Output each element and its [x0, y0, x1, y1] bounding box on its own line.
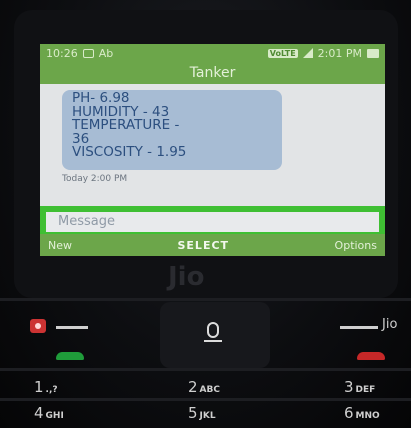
network-badge: Ab	[98, 46, 114, 60]
message-input[interactable]	[46, 211, 379, 232]
microphone-icon	[207, 322, 219, 338]
left-soft-key[interactable]	[22, 312, 142, 356]
box-icon	[82, 48, 94, 58]
key-number: 5	[188, 404, 198, 422]
key-number: 3	[344, 378, 354, 396]
call-icon[interactable]	[56, 352, 84, 360]
end-call-icon[interactable]	[357, 352, 385, 360]
status-bar: 10:26 Ab VoLTE 2:01 PM	[40, 44, 385, 62]
phone-body: 10:26 Ab VoLTE 2:01 PM Tanker PH- 6.98 H…	[0, 0, 411, 428]
right-soft-key-label: Jio	[382, 317, 398, 332]
message-thread[interactable]: PH- 6.98 HUMIDITY - 43 TEMPERATURE - 36 …	[40, 84, 385, 206]
compose-bar	[40, 206, 385, 234]
key-2[interactable]: 2 ABC	[188, 378, 220, 396]
message-line: VISCOSITY - 1.95	[72, 144, 187, 160]
signal-icon	[302, 48, 313, 58]
key-letters: GHI	[45, 411, 64, 421]
key-6[interactable]: 6 MNO	[344, 404, 380, 422]
brand-logo: Jio	[168, 262, 205, 292]
microphone-base	[204, 340, 222, 342]
keypad-divider	[0, 368, 411, 371]
softkey-select[interactable]: SELECT	[178, 239, 230, 252]
message-timestamp: Today 2:00 PM	[62, 174, 128, 184]
volte-badge: VoLTE	[267, 48, 298, 58]
key-number: 4	[34, 404, 44, 422]
status-clock-left: 10:26	[46, 46, 78, 60]
wallet-icon	[30, 319, 46, 333]
key-number: 6	[344, 404, 354, 422]
key-number: 2	[188, 378, 198, 396]
softkey-bar: New SELECT Options	[40, 234, 385, 256]
battery-icon	[367, 48, 379, 58]
key-number: 1	[34, 378, 44, 396]
key-5[interactable]: 5 JKL	[188, 404, 216, 422]
message-line: TEMPERATURE -	[72, 117, 180, 133]
key-letters: ABC	[199, 385, 220, 395]
key-1[interactable]: 1.,?	[34, 378, 58, 396]
softkey-options[interactable]: Options	[335, 239, 377, 252]
keypad-divider	[0, 398, 411, 401]
voice-assistant-key[interactable]	[160, 302, 270, 368]
left-soft-key-line	[56, 326, 88, 329]
message-bubble[interactable]: PH- 6.98 HUMIDITY - 43 TEMPERATURE - 36 …	[62, 90, 282, 170]
key-letters: JKL	[199, 411, 216, 421]
conversation-title: Tanker	[40, 62, 385, 84]
status-time: 2:01 PM	[317, 46, 362, 60]
key-letters: .,?	[45, 385, 58, 395]
keypad-divider	[0, 298, 411, 301]
key-letters: MNO	[355, 411, 380, 421]
key-3[interactable]: 3 DEF	[344, 378, 375, 396]
keypad: Jio 1.,? 2 ABC 3 DEF 4 GHI 5 JKL 6 MNO	[0, 298, 411, 428]
phone-screen: 10:26 Ab VoLTE 2:01 PM Tanker PH- 6.98 H…	[40, 44, 385, 256]
key-4[interactable]: 4 GHI	[34, 404, 64, 422]
softkey-new[interactable]: New	[48, 239, 72, 252]
right-soft-key-line	[340, 326, 378, 329]
key-letters: DEF	[355, 385, 376, 395]
